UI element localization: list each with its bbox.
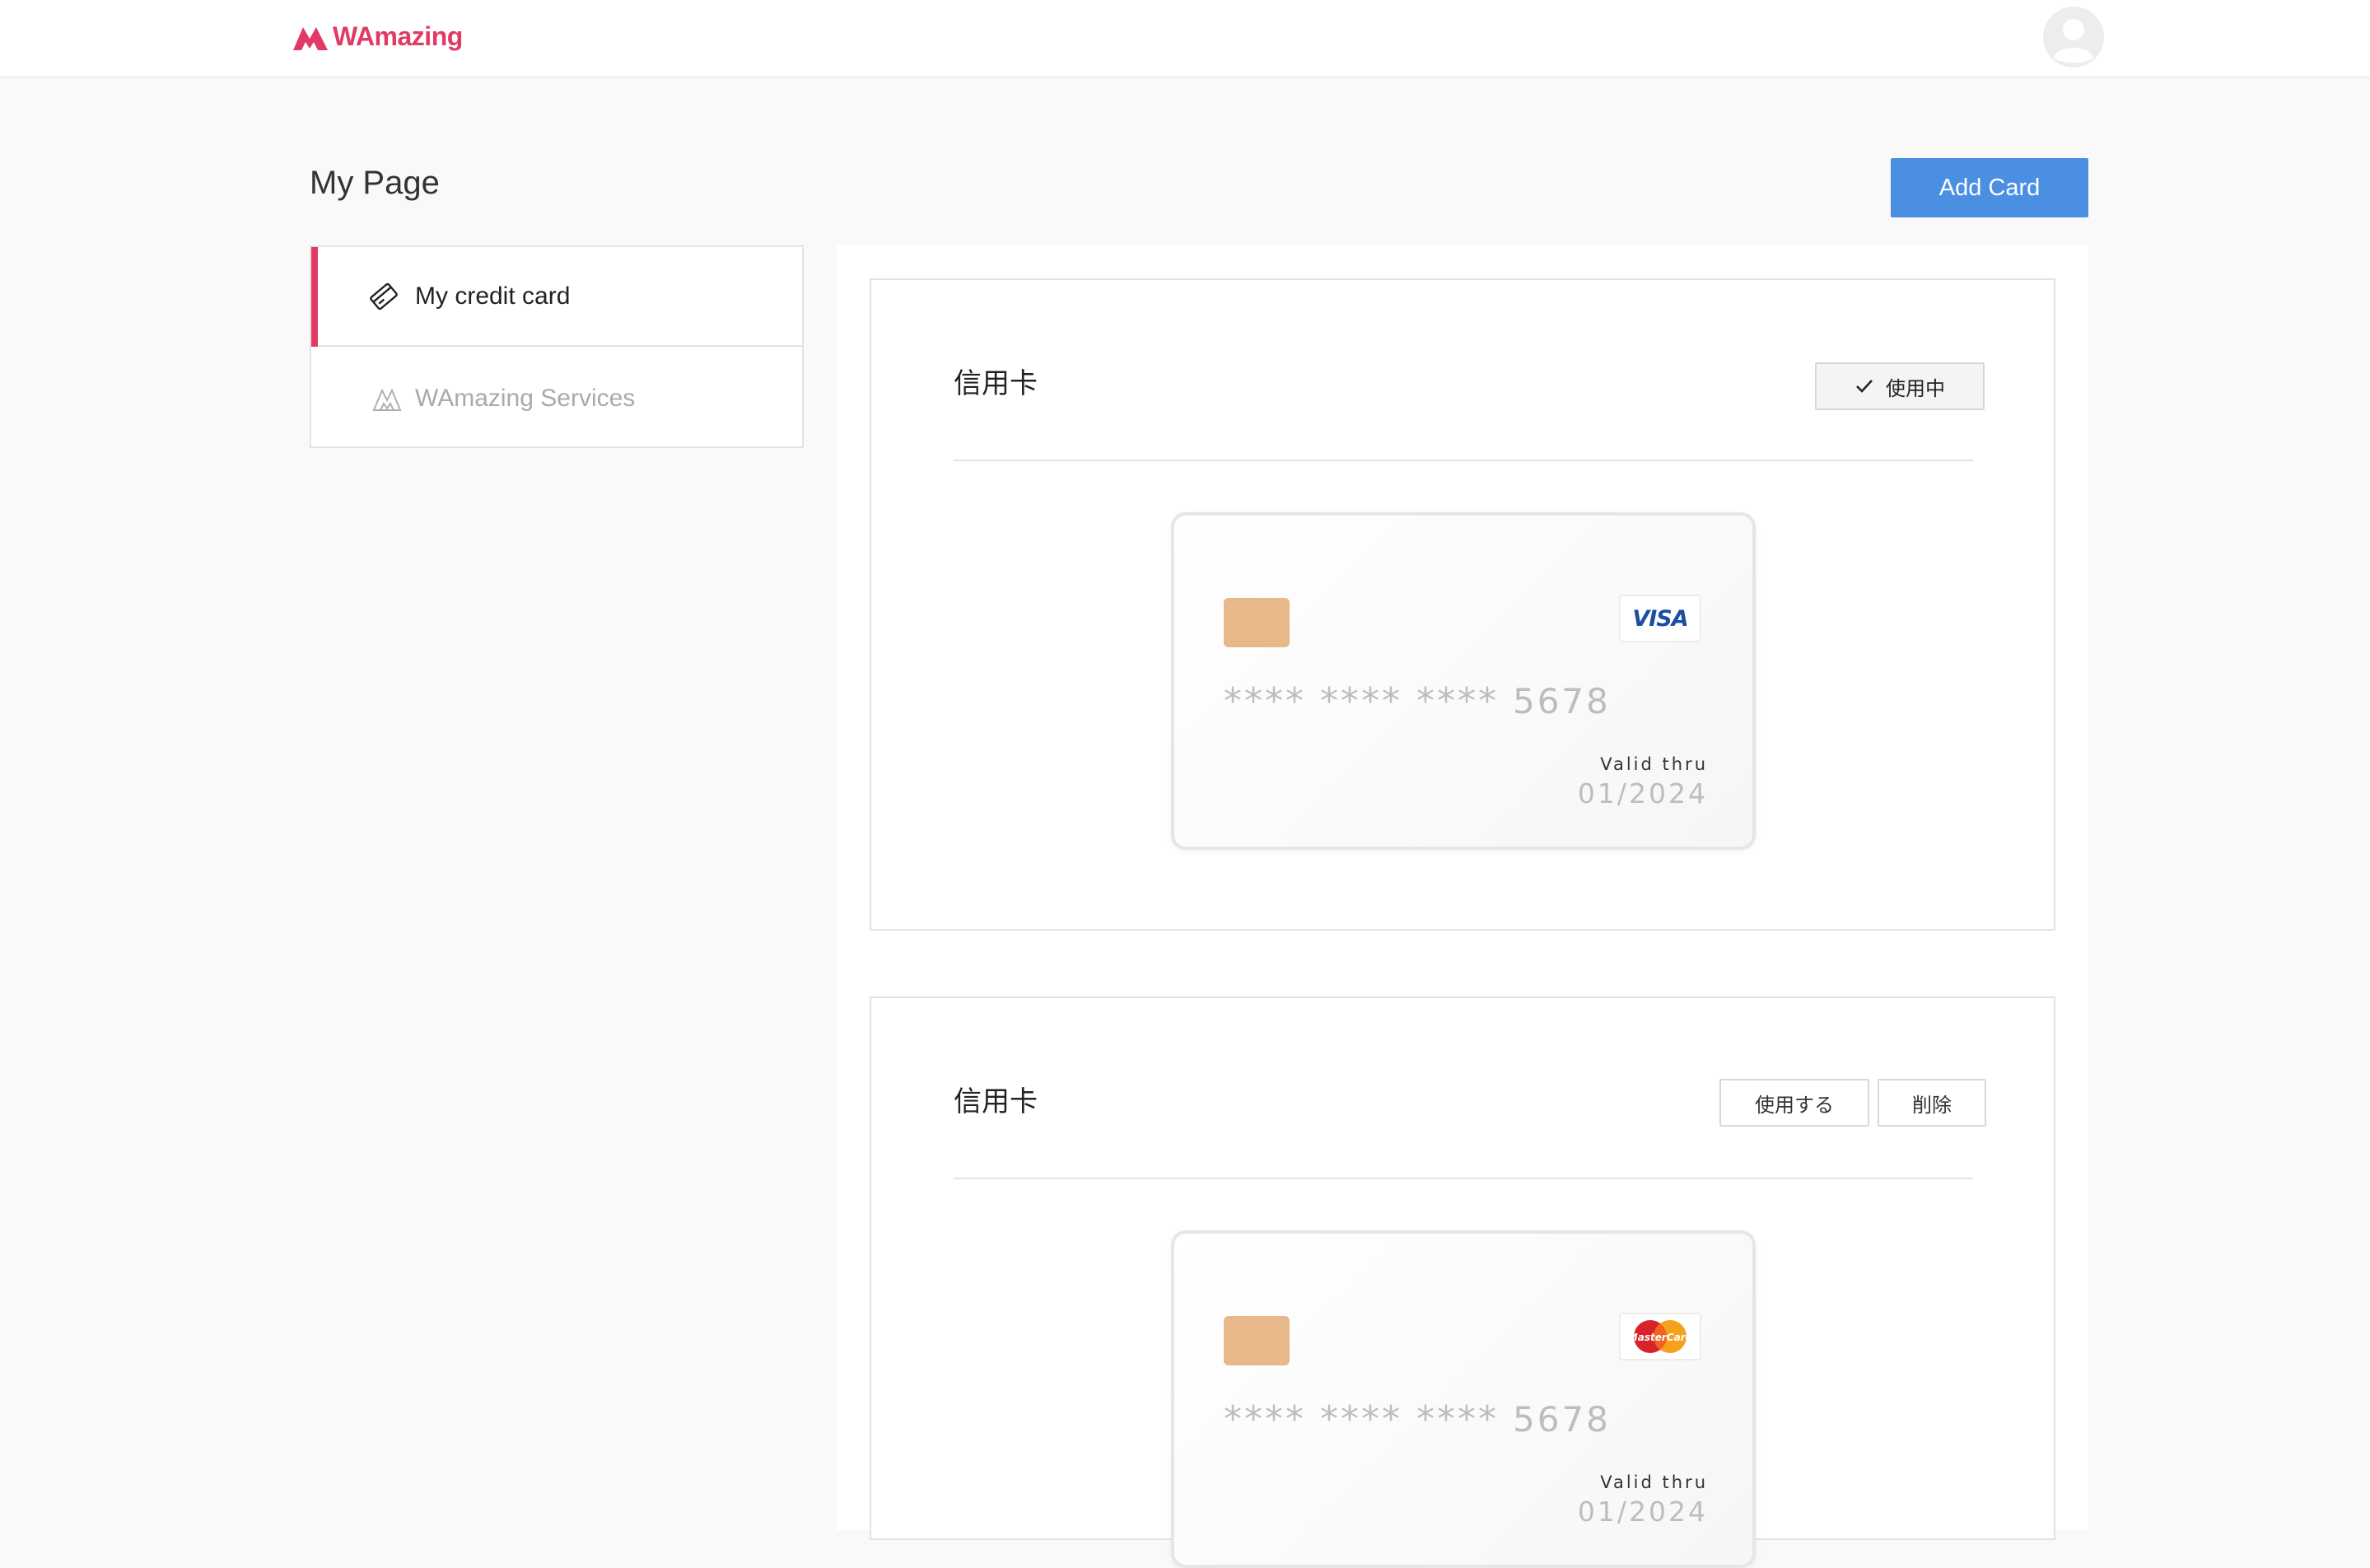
card-number-masked: **** **** **** [1224,1398,1499,1440]
section-title: 信用卡 [954,1085,1038,1118]
card-chip [1224,1316,1290,1365]
delete-card-button[interactable]: 削除 [1878,1079,1986,1127]
valid-thru-date: 01/2024 [1577,1496,1708,1528]
card-number-masked: **** **** **** [1224,680,1499,722]
valid-thru-date: 01/2024 [1577,777,1708,810]
visa-logo: VISA [1619,595,1701,642]
credit-card: MasterCard **** **** **** 5678 Valid thr… [1171,1230,1756,1568]
sidebar-item-my-credit-card[interactable]: My credit card [311,247,802,347]
logo-text: WAmazing [333,21,463,51]
valid-thru-label: Valid thru [1600,754,1708,774]
in-use-label: 使用中 [1886,376,1945,400]
card-section: 信用卡 使用中 VISA **** **** **** 5678 Valid t… [870,278,2055,931]
divider [954,1178,1973,1179]
svg-text:MasterCard: MasterCard [1628,1332,1693,1343]
top-header: WAmazing [0,0,2370,76]
section-title: 信用卡 [954,367,1038,400]
card-number: **** **** **** 5678 [1224,680,1611,722]
in-use-button[interactable]: 使用中 [1815,362,1985,410]
sidebar: My credit card WAmazing Services [310,245,804,448]
sidebar-item-label: WAmazing Services [415,384,636,412]
wamazing-logo[interactable]: WAmazing [292,18,463,54]
mastercard-icon: MasterCard [1628,1320,1693,1353]
add-card-button[interactable]: Add Card [1891,158,2088,217]
card-number-last4: 5678 [1512,1399,1611,1440]
valid-thru-label: Valid thru [1600,1472,1708,1492]
credit-card: VISA **** **** **** 5678 Valid thru 01/2… [1171,512,1756,850]
avatar[interactable] [2043,7,2104,68]
main-panel: 信用卡 使用中 VISA **** **** **** 5678 Valid t… [837,245,2088,1568]
sidebar-item-wamazing-services[interactable]: WAmazing Services [311,348,802,448]
card-number-last4: 5678 [1512,681,1611,721]
visa-text: VISA [1632,605,1688,632]
check-icon [1856,380,1873,393]
use-card-button[interactable]: 使用する [1719,1079,1869,1127]
card-section: 信用卡 使用する 削除 MasterCard **** **** **** 56… [870,996,2055,1568]
mastercard-logo: MasterCard [1619,1313,1701,1360]
user-icon [2044,7,2103,67]
card-chip [1224,598,1290,647]
page-title: My Page [310,165,440,201]
wamazing-services-icon [372,388,402,411]
divider [954,460,1973,461]
wamazing-logo-icon [293,27,328,50]
sidebar-item-label: My credit card [415,282,571,310]
card-number: **** **** **** 5678 [1224,1398,1611,1440]
credit-card-icon [370,282,398,310]
